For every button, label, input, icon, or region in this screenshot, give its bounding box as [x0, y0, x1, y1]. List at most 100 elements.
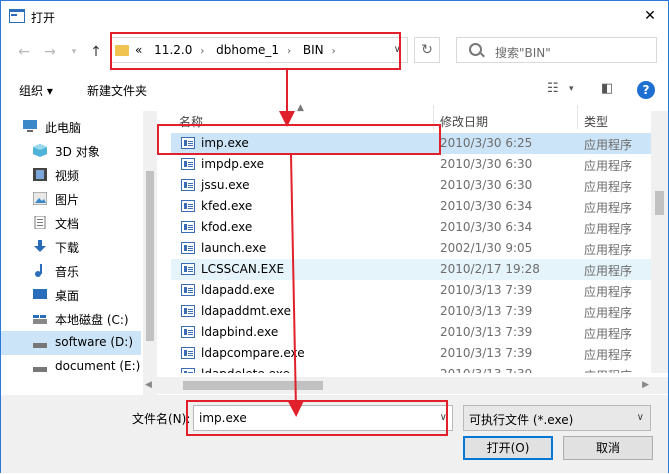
- sidebar-item-music[interactable]: 音乐: [1, 259, 141, 283]
- app-icon: [9, 9, 25, 23]
- column-header-name[interactable]: 名称: [179, 113, 203, 130]
- address-dropdown-icon[interactable]: ∨: [394, 44, 401, 55]
- sidebar-item-drive-c[interactable]: 本地磁盘 (C:): [1, 307, 141, 331]
- file-date: 2010/3/13 7:39: [440, 346, 533, 360]
- breadcrumb-overflow[interactable]: «: [135, 43, 142, 57]
- exe-file-icon: [181, 158, 195, 170]
- view-dropdown-icon[interactable]: ▾: [569, 84, 574, 94]
- exe-file-icon: [181, 368, 195, 373]
- file-row[interactable]: kfod.exe 2010/3/30 6:34 应用程序: [171, 217, 651, 238]
- filename-dropdown-icon[interactable]: ∨: [440, 412, 447, 423]
- breadcrumb: « 11.2.0 › dbhome_1 › BIN ›: [135, 43, 344, 57]
- back-arrow-icon[interactable]: ←: [15, 41, 33, 63]
- file-name: ldapbind.exe: [201, 325, 279, 339]
- address-bar[interactable]: « 11.2.0 › dbhome_1 › BIN › ∨: [110, 37, 408, 63]
- close-icon[interactable]: ✕: [638, 5, 662, 27]
- refresh-button[interactable]: ↻: [414, 37, 440, 63]
- download-icon: [34, 240, 46, 252]
- file-row[interactable]: ldapadd.exe 2010/3/13 7:39 应用程序: [171, 280, 651, 301]
- filetype-dropdown-icon[interactable]: ∨: [637, 412, 644, 423]
- scrollbar-thumb[interactable]: [146, 171, 154, 341]
- file-row[interactable]: ldapcompare.exe 2010/3/13 7:39 应用程序: [171, 343, 651, 364]
- open-button[interactable]: 打开(O): [463, 436, 553, 460]
- refresh-icon: ↻: [421, 42, 433, 58]
- sidebar-item-this-pc[interactable]: 此电脑: [1, 115, 141, 139]
- file-row[interactable]: impdp.exe 2010/3/30 6:30 应用程序: [171, 154, 651, 175]
- file-row[interactable]: jssu.exe 2010/3/30 6:30 应用程序: [171, 175, 651, 196]
- file-type: 应用程序: [584, 348, 633, 362]
- file-list-vertical-scrollbar[interactable]: [651, 111, 668, 373]
- column-headers: 名称 修改日期 类型: [171, 105, 651, 129]
- music-icon: [35, 264, 42, 277]
- breadcrumb-item[interactable]: dbhome_1: [216, 43, 279, 57]
- file-type: 应用程序: [584, 201, 633, 215]
- computer-icon: [23, 120, 37, 132]
- sidebar-item-pictures[interactable]: 图片: [1, 187, 141, 211]
- scroll-left-icon[interactable]: ◀: [145, 377, 152, 394]
- file-list-horizontal-scrollbar[interactable]: ◀ ▶: [143, 377, 651, 394]
- breadcrumb-item[interactable]: BIN: [303, 43, 324, 57]
- command-bar: 组织 ▾ 新建文件夹 ☷ ▾ ◧: [1, 77, 668, 105]
- sidebar-item-3d-objects[interactable]: 3D 对象: [1, 139, 141, 163]
- view-options-icon[interactable]: ☷: [547, 81, 559, 96]
- scroll-right-icon[interactable]: ▶: [642, 377, 649, 394]
- sidebar-item-drive-d[interactable]: software (D:): [1, 331, 141, 355]
- exe-file-icon: [181, 347, 195, 359]
- video-icon: [33, 168, 47, 181]
- file-date: 2010/3/13 7:39: [440, 367, 532, 373]
- file-row[interactable]: kfed.exe 2010/3/30 6:34 应用程序: [171, 196, 651, 217]
- scrollbar-corner: [651, 377, 668, 394]
- file-row[interactable]: imp.exe 2010/3/30 6:25 应用程序: [171, 133, 651, 154]
- folder-icon: [115, 45, 129, 56]
- breadcrumb-separator-icon[interactable]: ›: [200, 46, 204, 57]
- column-header-date[interactable]: 修改日期: [440, 113, 488, 130]
- file-type: 应用程序: [584, 180, 633, 194]
- file-name: ldapcompare.exe: [201, 346, 305, 360]
- search-input[interactable]: 搜索"BIN": [456, 37, 657, 63]
- breadcrumb-separator-icon[interactable]: ›: [287, 46, 291, 57]
- file-row[interactable]: ldapaddmt.exe 2010/3/13 7:39 应用程序: [171, 301, 651, 322]
- new-folder-button[interactable]: 新建文件夹: [87, 82, 147, 99]
- file-name: ldapdelete.exe: [201, 367, 290, 373]
- cancel-button[interactable]: 取消: [563, 436, 653, 460]
- exe-file-icon: [181, 326, 195, 338]
- exe-file-icon: [181, 305, 195, 317]
- filetype-value: 可执行文件 (*.exe): [469, 413, 574, 427]
- file-row[interactable]: launch.exe 2002/1/30 9:05 应用程序: [171, 238, 651, 259]
- scrollbar-thumb[interactable]: [183, 381, 323, 390]
- sidebar-item-drive-e[interactable]: document (E:): [1, 355, 141, 379]
- window-title: 打开: [31, 11, 56, 25]
- organize-button[interactable]: 组织 ▾: [19, 82, 53, 99]
- breadcrumb-separator-icon[interactable]: ›: [332, 46, 336, 57]
- exe-file-icon: [181, 200, 195, 212]
- sidebar-item-desktop[interactable]: 桌面: [1, 283, 141, 307]
- filetype-select[interactable]: 可执行文件 (*.exe) ∨: [463, 405, 651, 431]
- navigation-scrollbar[interactable]: [143, 111, 157, 396]
- recent-locations-chevron-icon[interactable]: ▾: [65, 41, 83, 63]
- open-file-dialog: 打开 ✕ ← → ▾ ↑ « 11.2.0 › dbhome_1 › BIN › ∨ …: [0, 0, 669, 473]
- sidebar-item-documents[interactable]: 文档: [1, 211, 141, 235]
- file-row[interactable]: ldapbind.exe 2010/3/13 7:39 应用程序: [171, 322, 651, 343]
- file-row[interactable]: ldapdelete.exe 2010/3/13 7:39 应用程序: [171, 364, 651, 373]
- file-date: 2010/3/30 6:30: [440, 157, 533, 171]
- column-header-type[interactable]: 类型: [584, 113, 608, 130]
- file-type: 应用程序: [584, 138, 633, 152]
- drive-icon: [33, 367, 47, 372]
- scrollbar-thumb[interactable]: [655, 191, 664, 215]
- file-row[interactable]: LCSSCAN.EXE 2010/2/17 19:28 应用程序: [171, 259, 651, 280]
- breadcrumb-item[interactable]: 11.2.0: [154, 43, 192, 57]
- preview-pane-icon[interactable]: ◧: [601, 81, 613, 96]
- sidebar-item-videos[interactable]: 视频: [1, 163, 141, 187]
- cube-icon: [33, 144, 47, 157]
- search-placeholder: 搜索"BIN": [495, 46, 551, 60]
- help-icon[interactable]: ?: [637, 81, 655, 99]
- column-divider[interactable]: [577, 105, 578, 129]
- up-arrow-icon[interactable]: ↑: [87, 41, 105, 63]
- file-date: 2010/3/13 7:39: [440, 283, 533, 297]
- file-name: imp.exe: [201, 136, 249, 150]
- sidebar-item-downloads[interactable]: 下载: [1, 235, 141, 259]
- file-name: ldapaddmt.exe: [201, 304, 292, 318]
- column-divider[interactable]: [433, 105, 434, 129]
- filename-input[interactable]: imp.exe ∨: [193, 405, 453, 431]
- forward-arrow-icon[interactable]: →: [41, 41, 59, 63]
